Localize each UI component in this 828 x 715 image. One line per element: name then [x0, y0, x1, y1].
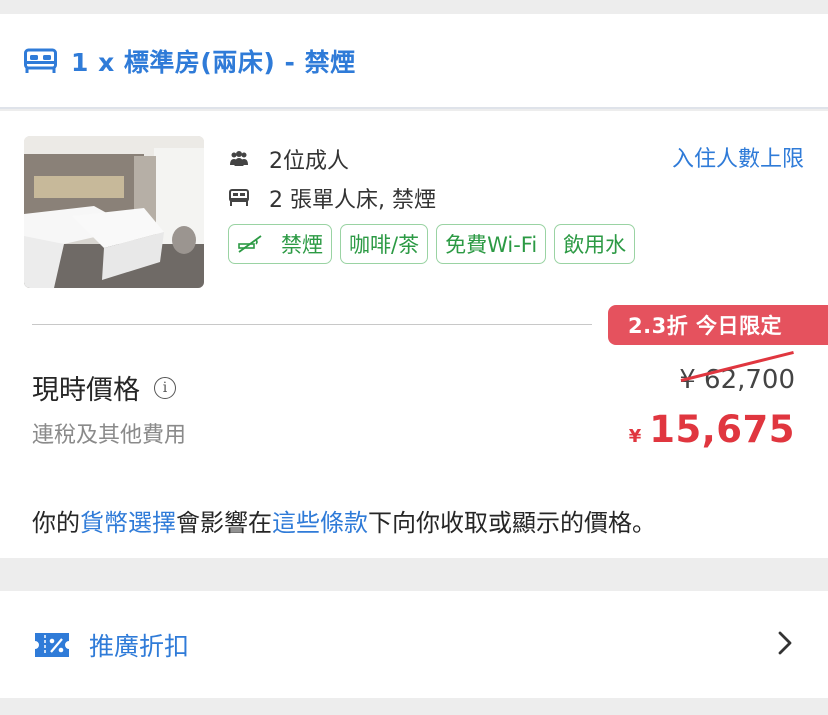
room-photo[interactable]: [24, 136, 204, 288]
amenity-label: 咖啡/茶: [349, 233, 420, 257]
amenity-tag-wifi: 免費Wi-Fi: [436, 224, 547, 264]
guest-count: 2位成人: [269, 149, 349, 174]
divider: [32, 324, 592, 325]
original-price: ¥ 62,700: [679, 350, 795, 395]
room-title: 1 x 標準房(兩床) - 禁煙: [71, 47, 356, 77]
info-icon[interactable]: i: [154, 376, 176, 399]
amenity-tag-no-smoking: 禁煙: [228, 224, 332, 264]
amenity-tag-coffee-tea: 咖啡/茶: [340, 224, 429, 264]
current-price-label-text: 現時價格: [32, 375, 140, 406]
notice-text: 你的: [32, 509, 80, 537]
bed-small-icon: [229, 189, 249, 206]
currency-selection-link[interactable]: 貨幣選擇: [80, 509, 176, 537]
bed-info-row: 2 張單人床, 禁煙: [229, 182, 436, 214]
people-icon: [230, 151, 248, 166]
room-header: 1 x 標準房(兩床) - 禁煙: [0, 14, 828, 109]
bed-info: 2 張單人床, 禁煙: [269, 188, 436, 213]
occupancy-limit-link[interactable]: 入住人數上限: [672, 141, 804, 173]
amenity-tags: 禁煙 咖啡/茶 免費Wi-Fi 飲用水: [228, 224, 636, 264]
notice-text: 會影響在: [176, 509, 272, 537]
currency-symbol: ¥: [628, 426, 642, 447]
amenity-label: 飲用水: [563, 233, 627, 257]
promo-discount-label: 推廣折扣: [89, 631, 190, 661]
promo-discount-row[interactable]: 推廣折扣: [0, 591, 828, 698]
amenity-label: 禁煙: [281, 233, 323, 257]
room-details-card: 2位成人 2 張單人床, 禁煙 入住人數上限 禁煙 咖啡/茶 免費Wi-Fi 飲…: [0, 111, 828, 558]
price-subtitle: 連稅及其他費用: [32, 423, 187, 448]
original-price-text: ¥ 62,700: [679, 365, 795, 395]
currency-notice: 你的貨幣選擇會影響在這些條款下向你收取或顯示的價格。: [32, 503, 656, 538]
chevron-right-icon: [778, 631, 792, 655]
discount-badge: 2.3折 今日限定: [608, 305, 828, 345]
guest-count-row: 2位成人: [229, 143, 349, 175]
notice-text: 下向你收取或顯示的價格。: [368, 509, 656, 537]
bed-icon: [24, 48, 57, 73]
current-price-label: 現時價格 i: [32, 368, 176, 407]
no-smoking-icon: [238, 235, 262, 253]
final-price-amount: 15,675: [649, 408, 795, 451]
amenity-tag-water: 飲用水: [554, 224, 636, 264]
amenity-label: 免費Wi-Fi: [445, 233, 538, 257]
terms-link[interactable]: 這些條款: [272, 509, 368, 537]
final-price: ¥ 15,675: [629, 408, 795, 451]
coupon-icon: [35, 632, 69, 657]
